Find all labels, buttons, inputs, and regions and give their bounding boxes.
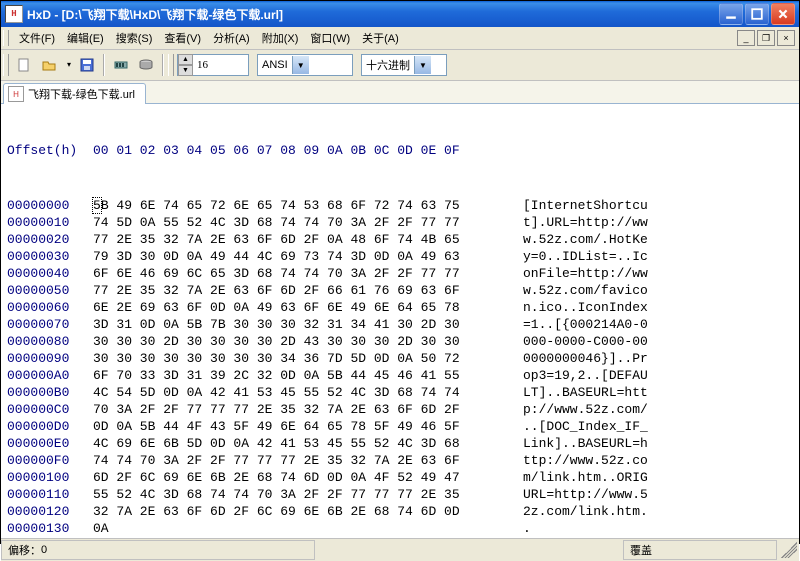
hex-row[interactable]: 000000406F 6E 46 69 6C 65 3D 68 74 74 70… [7, 265, 793, 282]
hex-row[interactable]: 000001300A . [7, 520, 793, 537]
menu-view[interactable]: 查看(V) [158, 28, 207, 48]
hex-row[interactable]: 000000C070 3A 2F 2F 77 77 77 2E 35 32 7A… [7, 401, 793, 418]
hex-row[interactable]: 000000A06F 70 33 3D 31 39 2C 32 0D 0A 5B… [7, 367, 793, 384]
offset-header: Offset(h) [7, 142, 79, 159]
hex-row[interactable]: 0000009030 30 30 30 30 30 30 30 34 36 7D… [7, 350, 793, 367]
menubar-grip[interactable] [3, 30, 9, 46]
mdi-close-button[interactable]: × [777, 30, 795, 46]
hex-row[interactable]: 0000002077 2E 35 32 7A 2E 63 6F 6D 2F 0A… [7, 231, 793, 248]
save-button[interactable] [75, 53, 99, 77]
status-bar: 偏移：0 覆盖 [1, 538, 799, 561]
open-ram-button[interactable] [109, 53, 133, 77]
document-tab-bar: H 飞翔下载-绿色下载.url [1, 81, 799, 104]
status-offset: 偏移：0 [1, 540, 315, 560]
bytes-per-row-input[interactable]: ▲▼ 16 [177, 54, 249, 76]
menu-edit[interactable]: 编辑(E) [61, 28, 110, 48]
hex-row[interactable]: 0000005077 2E 35 32 7A 2E 63 6F 6D 2F 66… [7, 282, 793, 299]
hex-row[interactable]: 000000D00D 0A 5B 44 4F 43 5F 49 6E 64 65… [7, 418, 793, 435]
minimize-button[interactable] [719, 3, 743, 25]
hex-editor[interactable]: Offset(h) 00 01 02 03 04 05 06 07 08 09 … [1, 104, 799, 538]
menu-window[interactable]: 窗口(W) [304, 28, 356, 48]
mdi-minimize-button[interactable]: _ [737, 30, 755, 46]
hex-row[interactable]: 000000F074 74 70 3A 2F 2F 77 77 77 2E 35… [7, 452, 793, 469]
hex-row[interactable]: 000000606E 2E 69 63 6F 0D 0A 49 63 6F 6E… [7, 299, 793, 316]
app-icon: H [5, 5, 23, 23]
document-tab[interactable]: H 飞翔下载-绿色下载.url [3, 83, 146, 104]
hex-column-header: 00 01 02 03 04 05 06 07 08 09 0A 0B 0C 0… [93, 142, 509, 159]
hex-row[interactable]: 0000003079 3D 30 0D 0A 49 44 4C 69 73 74… [7, 248, 793, 265]
close-button[interactable] [771, 3, 795, 25]
maximize-button[interactable] [745, 3, 769, 25]
file-icon: H [8, 86, 24, 102]
mdi-restore-button[interactable]: ❐ [757, 30, 775, 46]
hex-row[interactable]: 0000001074 5D 0A 55 52 4C 3D 68 74 74 70… [7, 214, 793, 231]
number-base-select[interactable]: 十六进制▼ [361, 54, 447, 76]
hex-row[interactable]: 000000005B 49 6E 74 65 72 6E 65 74 53 68… [7, 197, 793, 214]
title-bar[interactable]: H HxD - [D:\飞翔下载\HxD\飞翔下载-绿色下载.url] [1, 1, 799, 27]
status-overwrite-mode: 覆盖 [623, 540, 777, 560]
open-button[interactable] [37, 53, 74, 77]
hex-row[interactable]: 000000703D 31 0D 0A 5B 7B 30 30 30 32 31… [7, 316, 793, 333]
hex-row[interactable]: 0000012032 7A 2E 63 6F 6D 2F 6C 69 6E 6B… [7, 503, 793, 520]
hex-row[interactable]: 0000011055 52 4C 3D 68 74 74 70 3A 2F 2F… [7, 486, 793, 503]
new-button[interactable] [12, 53, 36, 77]
menu-bar: 文件(F) 编辑(E) 搜索(S) 查看(V) 分析(A) 附加(X) 窗口(W… [1, 27, 799, 50]
toolbar: ▲▼ 16 ANSI▼ 十六进制▼ [1, 50, 799, 81]
menu-file[interactable]: 文件(F) [13, 28, 61, 48]
open-disk-button[interactable] [134, 53, 158, 77]
menu-search[interactable]: 搜索(S) [110, 28, 159, 48]
hex-row[interactable]: 000000E04C 69 6E 6B 5D 0D 0A 42 41 53 45… [7, 435, 793, 452]
hex-row[interactable]: 000001006D 2F 6C 69 6E 6B 2E 68 74 6D 0D… [7, 469, 793, 486]
menu-extras[interactable]: 附加(X) [256, 28, 305, 48]
document-tab-label: 飞翔下载-绿色下载.url [28, 86, 135, 102]
encoding-select[interactable]: ANSI▼ [257, 54, 353, 76]
toolbar-grip[interactable] [3, 54, 9, 76]
menu-help[interactable]: 关于(A) [356, 28, 405, 48]
hex-row[interactable]: 000000B04C 54 5D 0D 0A 42 41 53 45 55 52… [7, 384, 793, 401]
resize-grip[interactable] [781, 542, 797, 558]
menu-analyze[interactable]: 分析(A) [207, 28, 256, 48]
toolbar-grip-2[interactable] [168, 54, 174, 76]
window-title: HxD - [D:\飞翔下载\HxD\飞翔下载-绿色下载.url] [27, 6, 719, 23]
hex-row[interactable]: 0000008030 30 30 2D 30 30 30 30 2D 43 30… [7, 333, 793, 350]
